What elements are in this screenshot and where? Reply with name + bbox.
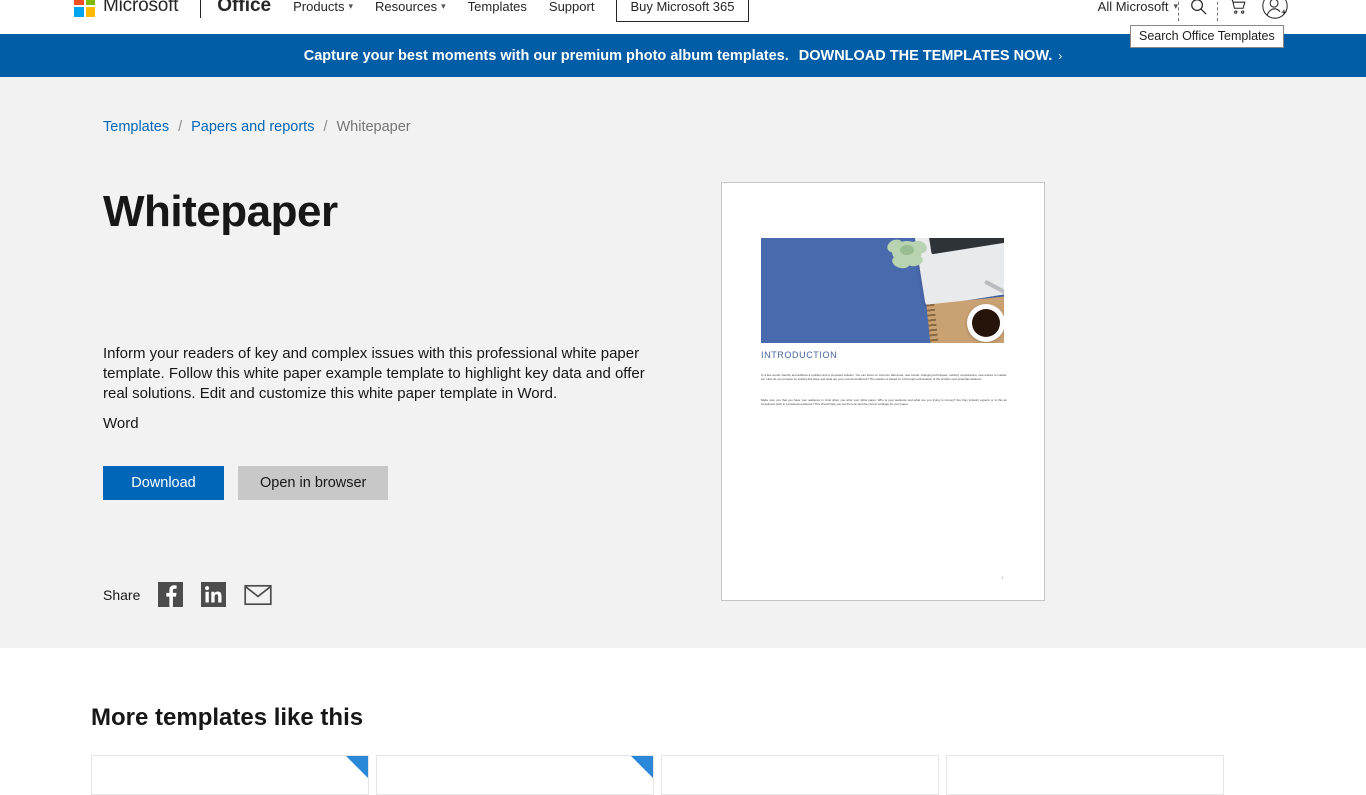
download-button[interactable]: Download xyxy=(103,466,224,500)
breadcrumb-item-templates[interactable]: Templates xyxy=(103,119,169,135)
nav-item-products-label: Products xyxy=(293,0,345,14)
primary-nav-links: Products ▾ Resources ▾ Templates Support xyxy=(293,0,594,14)
nav-item-resources[interactable]: Resources ▾ xyxy=(375,0,446,14)
chevron-down-icon: ▾ xyxy=(348,0,353,11)
preview-paragraph-1: In a few words, identify and address a p… xyxy=(761,373,1007,382)
more-templates-section: More templates like this xyxy=(0,648,1366,795)
promo-message: Capture your best moments with our premi… xyxy=(303,47,789,64)
photo-coffee-cup xyxy=(967,304,1004,342)
preview-paragraph-2: Make sure you that you have your audienc… xyxy=(761,398,1007,407)
preview-hero-photo xyxy=(761,238,1004,343)
photo-plant xyxy=(887,239,927,269)
open-in-browser-button[interactable]: Open in browser xyxy=(238,466,389,500)
more-templates-card-row xyxy=(91,755,1224,795)
photo-coffee xyxy=(972,309,1000,337)
premium-ribbon-icon xyxy=(631,756,653,778)
all-microsoft-label: All Microsoft xyxy=(1097,0,1169,14)
share-row: Share xyxy=(103,582,273,607)
facebook-icon[interactable] xyxy=(158,582,184,607)
office-wordmark[interactable]: Office xyxy=(217,0,271,17)
cart-icon[interactable] xyxy=(1218,0,1256,25)
promo-cta-label: DOWNLOAD THE TEMPLATES NOW. xyxy=(798,47,1053,64)
chevron-down-icon: ▾ xyxy=(441,0,446,11)
search-button[interactable] xyxy=(1178,0,1218,21)
account-icon[interactable] xyxy=(1256,0,1294,25)
template-card[interactable] xyxy=(91,755,369,795)
preview-section-heading: INTRODUCTION xyxy=(761,350,838,360)
breadcrumb-separator: / xyxy=(323,119,328,135)
breadcrumb-item-current: Whitepaper xyxy=(336,119,411,135)
nav-item-resources-label: Resources xyxy=(374,0,438,14)
microsoft-logo-icon xyxy=(74,0,95,17)
email-icon[interactable] xyxy=(244,584,273,606)
template-description: Inform your readers of key and complex i… xyxy=(103,345,645,402)
template-hero-section: Templates / Papers and reports / Whitepa… xyxy=(0,77,1366,648)
microsoft-logo[interactable]: Microsoft xyxy=(74,0,178,17)
template-card[interactable] xyxy=(946,755,1224,795)
linkedin-icon[interactable] xyxy=(201,582,227,607)
breadcrumb: Templates / Papers and reports / Whitepa… xyxy=(103,119,411,135)
breadcrumb-separator: / xyxy=(178,119,183,135)
all-microsoft-menu[interactable]: All Microsoft ▾ xyxy=(1098,0,1178,14)
nav-divider xyxy=(200,0,202,18)
template-card[interactable] xyxy=(661,755,939,795)
template-card[interactable] xyxy=(376,755,654,795)
search-area: Search Office Templates xyxy=(1130,0,1284,48)
photo-laptop-keyboard xyxy=(927,238,1004,255)
breadcrumb-item-papers-and-reports[interactable]: Papers and reports xyxy=(191,119,314,135)
nav-item-products[interactable]: Products ▾ xyxy=(293,0,353,14)
action-button-row: Download Open in browser xyxy=(103,466,389,500)
premium-ribbon-icon xyxy=(346,756,368,778)
template-app-label: Word xyxy=(103,415,139,432)
global-navigation-bar: Microsoft Office Products ▾ Resources ▾ … xyxy=(0,0,1366,48)
promo-cta-link[interactable]: DOWNLOAD THE TEMPLATES NOW. › xyxy=(799,48,1062,64)
microsoft-wordmark: Microsoft xyxy=(103,0,179,16)
nav-utility-group: All Microsoft ▾ Search Office Templates xyxy=(1098,0,1294,48)
more-templates-title: More templates like this xyxy=(91,704,364,731)
nav-item-support[interactable]: Support xyxy=(549,0,595,14)
preview-page-number: 1 xyxy=(1001,575,1004,580)
nav-item-templates[interactable]: Templates xyxy=(468,0,527,14)
share-label: Share xyxy=(103,586,141,603)
search-icon[interactable] xyxy=(1179,0,1217,25)
search-tooltip: Search Office Templates xyxy=(1130,25,1284,48)
page-title: Whitepaper xyxy=(103,187,338,236)
chevron-right-icon: › xyxy=(1058,48,1063,63)
photo-cup-handle xyxy=(1001,316,1004,329)
buy-microsoft-365-button[interactable]: Buy Microsoft 365 xyxy=(616,0,749,22)
template-preview[interactable]: INTRODUCTION In a few words, identify an… xyxy=(721,182,1045,601)
photo-notebook-spiral xyxy=(926,303,941,343)
